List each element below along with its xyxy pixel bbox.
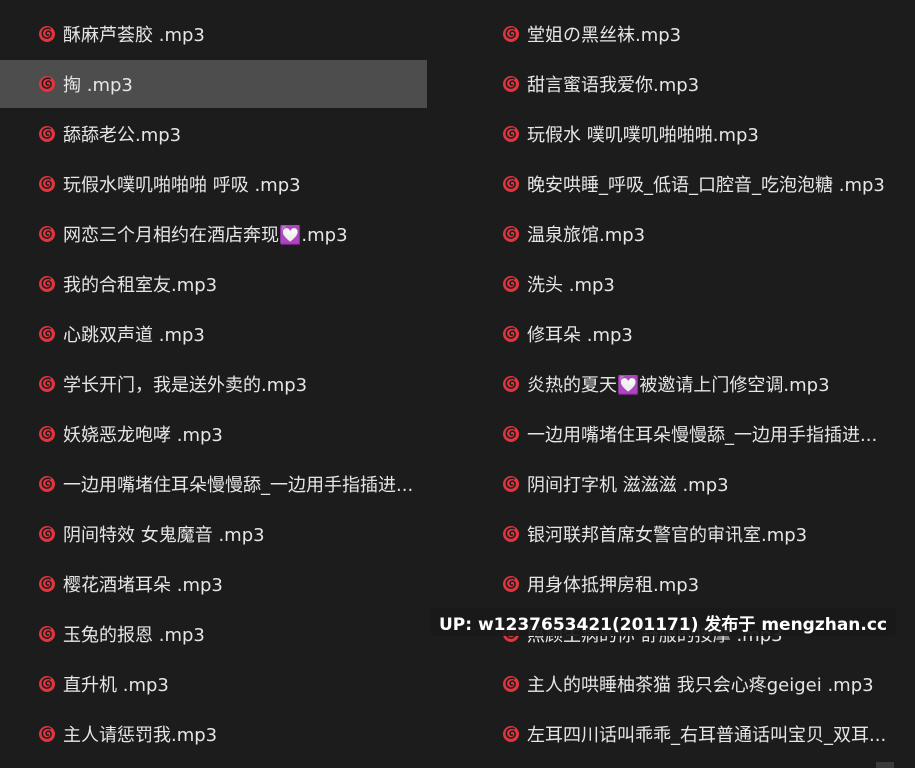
file-item[interactable]: 玉兔的报恩 .mp3 [0, 610, 427, 658]
file-name: 堂姐の黑丝袜.mp3 [527, 25, 682, 46]
file-list-left: 酥麻芦荟胶 .mp3 掏 .mp3 舔舔老公.mp3 玩假水噗叽啪啪啪 呼吸 .mp3… [0, 10, 427, 760]
file-name: 掏 .mp3 [63, 75, 133, 96]
netease-music-icon [502, 575, 520, 593]
file-item[interactable]: 学长开门，我是送外卖的.mp3 [0, 360, 427, 408]
file-item[interactable]: 我的合租室友.mp3 [0, 260, 427, 308]
netease-music-icon [38, 275, 56, 293]
file-item[interactable]: 银河联邦首席女警官的审讯室.mp3 [464, 510, 904, 558]
file-name: 晚安哄睡_呼吸_低语_口腔音_吃泡泡糖 .mp3 [527, 175, 885, 196]
netease-music-icon [38, 75, 56, 93]
netease-music-icon [502, 675, 520, 693]
file-item[interactable]: 炎热的夏天💟被邀请上门修空调.mp3 [464, 360, 904, 408]
file-item[interactable]: 甜言蜜语我爱你.mp3 [464, 60, 904, 108]
netease-music-icon [502, 125, 520, 143]
netease-music-icon [502, 275, 520, 293]
file-name: 网恋三个月相约在酒店奔现💟.mp3 [63, 225, 348, 246]
file-name: 甜言蜜语我爱你.mp3 [527, 75, 700, 96]
file-item[interactable]: 主人的哄睡柚茶猫 我只会心疼geigei .mp3 [464, 660, 904, 708]
file-name: 一边用嘴堵住耳朵慢慢舔_一边用手指插进... [527, 425, 878, 446]
watermark-overlay: UP: w1237653421(201171) 发布于 mengzhan.cc [430, 608, 897, 636]
file-item[interactable]: 一边用嘴堵住耳朵慢慢舔_一边用手指插进... [0, 460, 427, 508]
netease-music-icon [38, 675, 56, 693]
file-name: 玩假水噗叽啪啪啪 呼吸 .mp3 [63, 175, 301, 196]
file-item[interactable]: 直升机 .mp3 [0, 660, 427, 708]
file-name: 玩假水 噗叽噗叽啪啪啪.mp3 [527, 125, 759, 146]
file-name: 我的合租室友.mp3 [63, 275, 218, 296]
file-name: 一边用嘴堵住耳朵慢慢舔_一边用手指插进... [63, 475, 414, 496]
file-name: 主人的哄睡柚茶猫 我只会心疼geigei .mp3 [527, 675, 874, 696]
file-item[interactable]: 妖娆恶龙咆哮 .mp3 [0, 410, 427, 458]
file-name: 洗头 .mp3 [527, 275, 615, 296]
netease-music-icon [38, 625, 56, 643]
file-item[interactable]: 洗头 .mp3 [464, 260, 904, 308]
file-name: 修耳朵 .mp3 [527, 325, 633, 346]
netease-music-icon [38, 475, 56, 493]
netease-music-icon [38, 25, 56, 43]
file-name: 炎热的夏天💟被邀请上门修空调.mp3 [527, 375, 830, 396]
file-item[interactable]: 一边用嘴堵住耳朵慢慢舔_一边用手指插进... [464, 410, 904, 458]
file-item[interactable]: 温泉旅馆.mp3 [464, 210, 904, 258]
file-item[interactable]: 阴间打字机 滋滋滋 .mp3 [464, 460, 904, 508]
netease-music-icon [38, 725, 56, 743]
file-name: 阴间特效 女鬼魔音 .mp3 [63, 525, 265, 546]
file-name: 樱花酒堵耳朵 .mp3 [63, 575, 223, 596]
netease-music-icon [502, 725, 520, 743]
file-name: 左耳四川话叫乖乖_右耳普通话叫宝贝_双耳... [527, 725, 887, 746]
file-name: 直升机 .mp3 [63, 675, 169, 696]
file-item[interactable]: 樱花酒堵耳朵 .mp3 [0, 560, 427, 608]
file-name: 酥麻芦荟胶 .mp3 [63, 25, 205, 46]
file-name: 妖娆恶龙咆哮 .mp3 [63, 425, 223, 446]
netease-music-icon [502, 425, 520, 443]
netease-music-icon [502, 325, 520, 343]
file-item[interactable]: 玩假水噗叽啪啪啪 呼吸 .mp3 [0, 160, 427, 208]
file-item[interactable]: 左耳四川话叫乖乖_右耳普通话叫宝贝_双耳... [464, 710, 904, 758]
file-name: 阴间打字机 滋滋滋 .mp3 [527, 475, 729, 496]
file-item[interactable]: 掏 .mp3 [0, 60, 427, 108]
file-item[interactable]: 网恋三个月相约在酒店奔现💟.mp3 [0, 210, 427, 258]
netease-music-icon [502, 475, 520, 493]
file-browser: 酥麻芦荟胶 .mp3 掏 .mp3 舔舔老公.mp3 玩假水噗叽啪啪啪 呼吸 .mp3… [0, 0, 915, 768]
file-name: 心跳双声道 .mp3 [63, 325, 205, 346]
file-item[interactable]: 用身体抵押房租.mp3 [464, 560, 904, 608]
file-name: 玉兔的报恩 .mp3 [63, 625, 205, 646]
netease-music-icon [38, 175, 56, 193]
file-name: 用身体抵押房租.mp3 [527, 575, 700, 596]
scroll-marker [876, 762, 894, 768]
file-item[interactable]: 酥麻芦荟胶 .mp3 [0, 10, 427, 58]
file-item[interactable]: 舔舔老公.mp3 [0, 110, 427, 158]
file-item[interactable]: 玩假水 噗叽噗叽啪啪啪.mp3 [464, 110, 904, 158]
file-item[interactable]: 心跳双声道 .mp3 [0, 310, 427, 358]
netease-music-icon [38, 375, 56, 393]
file-list-right: 堂姐の黑丝袜.mp3 甜言蜜语我爱你.mp3 玩假水 噗叽噗叽啪啪啪.mp3 晚安哄睡… [464, 10, 904, 760]
watermark-text: UP: w1237653421(201171) 发布于 mengzhan.cc [439, 614, 888, 635]
netease-music-icon [502, 25, 520, 43]
file-item[interactable]: 修耳朵 .mp3 [464, 310, 904, 358]
file-name: 温泉旅馆.mp3 [527, 225, 646, 246]
file-name: 主人请惩罚我.mp3 [63, 725, 218, 746]
file-item[interactable]: 阴间特效 女鬼魔音 .mp3 [0, 510, 427, 558]
netease-music-icon [502, 525, 520, 543]
file-name: 舔舔老公.mp3 [63, 125, 182, 146]
file-item[interactable]: 晚安哄睡_呼吸_低语_口腔音_吃泡泡糖 .mp3 [464, 160, 904, 208]
file-name: 银河联邦首席女警官的审讯室.mp3 [527, 525, 808, 546]
file-item[interactable]: 主人请惩罚我.mp3 [0, 710, 427, 758]
netease-music-icon [502, 375, 520, 393]
netease-music-icon [38, 525, 56, 543]
netease-music-icon [502, 75, 520, 93]
netease-music-icon [38, 125, 56, 143]
netease-music-icon [38, 425, 56, 443]
netease-music-icon [502, 225, 520, 243]
netease-music-icon [38, 225, 56, 243]
file-item[interactable]: 堂姐の黑丝袜.mp3 [464, 10, 904, 58]
netease-music-icon [38, 575, 56, 593]
netease-music-icon [502, 175, 520, 193]
netease-music-icon [38, 325, 56, 343]
file-name: 学长开门，我是送外卖的.mp3 [63, 375, 308, 396]
